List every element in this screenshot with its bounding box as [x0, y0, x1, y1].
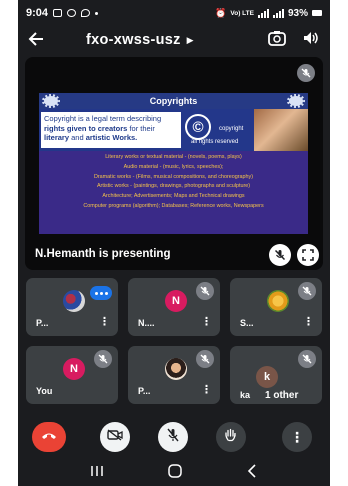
more-vert-icon: ⋮	[290, 428, 304, 445]
mic-off-icon	[196, 282, 214, 300]
call-header: fxo-xwss-usz ▶	[18, 28, 330, 52]
mic-off-icon	[196, 350, 214, 368]
others-count: 1 other	[265, 390, 299, 401]
mic-off-icon	[94, 350, 112, 368]
slide-list-item: Audio material - (music, lyrics, speeche…	[123, 163, 224, 170]
call-controls: ⋮	[18, 418, 330, 454]
slide-list-item: Dramatic works - (Films, musical composi…	[93, 173, 254, 180]
participant-tile-self[interactable]: N You	[26, 346, 118, 404]
alarm-icon: ⏰	[215, 7, 227, 18]
network-type: Vo) LTE	[230, 9, 254, 17]
participant-tile-others[interactable]: k ka 1 other	[230, 346, 322, 404]
participant-name: P...	[36, 318, 49, 328]
definition-bold-1: rights given to creators	[44, 123, 128, 133]
recent-apps-button[interactable]	[90, 464, 104, 482]
meeting-code[interactable]: fxo-xwss-usz	[86, 32, 181, 48]
avatar	[63, 290, 85, 312]
mic-off-icon	[167, 428, 179, 447]
participant-name: P...	[138, 386, 151, 396]
status-bar: 9:04 ⏰ Vo) LTE 93%	[18, 0, 330, 26]
slide-photo	[254, 109, 308, 151]
phone-end-icon	[41, 428, 57, 446]
whatsapp-notification-icon	[67, 9, 77, 17]
caret-right-icon[interactable]: ▶	[187, 35, 194, 46]
participant-name: ka	[240, 390, 251, 400]
mic-off-icon[interactable]	[269, 244, 291, 266]
more-vert-icon[interactable]: ⋮	[99, 317, 110, 328]
presenter-label: N.Hemanth is presenting	[35, 248, 171, 260]
mic-off-icon	[298, 350, 316, 368]
raise-hand-button[interactable]	[216, 422, 246, 452]
slide-list-item: Computer programs (algorithm); Databases…	[83, 202, 264, 209]
presentation-tile[interactable]: Copyrights Copyright is a legal term des…	[25, 57, 323, 270]
more-vert-icon[interactable]: ⋮	[201, 317, 212, 328]
participant-tile[interactable]: P... ⋮	[128, 346, 220, 404]
system-nav-bar	[18, 460, 330, 486]
more-vert-icon[interactable]: ⋮	[201, 385, 212, 396]
camera-toggle-button[interactable]	[100, 422, 130, 452]
definition-text: Copyright is a legal term describing	[44, 114, 162, 123]
mic-toggle-button[interactable]	[158, 422, 188, 452]
copyright-label: copyright	[219, 126, 244, 132]
participant-name: S...	[240, 318, 254, 328]
definition-mid: for their	[127, 123, 155, 133]
participant-tile[interactable]: S... ⋮	[230, 278, 322, 336]
definition-and: and	[69, 133, 86, 142]
avatar: N	[165, 290, 187, 312]
participant-tile[interactable]: P... ⋮	[26, 278, 118, 336]
slide-list-item: Architecture; Advertisements; Maps and T…	[102, 193, 245, 200]
more-vert-icon[interactable]: ⋮	[303, 317, 314, 328]
camera-off-icon	[107, 428, 123, 446]
copyright-symbol-icon: ©	[185, 114, 211, 140]
battery-percent: 93%	[287, 7, 308, 19]
avatar	[165, 358, 187, 380]
back-button[interactable]	[246, 463, 258, 483]
definition-bold-3: artistic Works.	[85, 133, 138, 142]
signal-icon	[257, 8, 269, 18]
more-notifications-icon	[95, 11, 99, 15]
fullscreen-icon[interactable]	[297, 244, 319, 266]
home-button[interactable]	[167, 463, 183, 483]
shared-slide: Copyrights Copyright is a legal term des…	[39, 93, 308, 234]
mic-off-icon	[298, 282, 316, 300]
slide-definition-band: Copyright is a legal term describing rig…	[39, 109, 308, 151]
battery-icon	[312, 10, 322, 16]
speaking-indicator-icon	[90, 286, 112, 300]
definition-bold-2: literary	[44, 133, 70, 142]
avatar: k	[256, 366, 278, 388]
participant-tile[interactable]: N N.... ⋮	[128, 278, 220, 336]
hand-icon	[224, 428, 238, 447]
institution-logo-right-icon	[287, 94, 305, 108]
chat-notification-icon	[81, 9, 91, 17]
slide-title: Copyrights	[149, 96, 198, 106]
slide-definition: Copyright is a legal term describing rig…	[41, 112, 181, 148]
rights-label: all rights reserved	[191, 139, 239, 145]
speaker-icon[interactable]	[302, 30, 320, 51]
avatar	[267, 290, 289, 312]
more-options-button[interactable]: ⋮	[282, 422, 312, 452]
status-time: 9:04	[26, 7, 49, 19]
arrow-left-icon[interactable]	[28, 30, 52, 51]
institution-logo-icon	[42, 94, 60, 108]
participant-name: You	[36, 386, 53, 396]
slide-list: Literary works or textual material - (no…	[39, 151, 308, 234]
signal-2-icon	[272, 8, 284, 18]
slide-list-item: Literary works or textual material - (no…	[105, 154, 242, 160]
avatar: N	[63, 358, 85, 380]
meet-screen: 9:04 ⏰ Vo) LTE 93% fxo-xwss-usz ▶ Copyri…	[18, 0, 330, 486]
participant-name: N....	[138, 318, 155, 328]
slide-list-item: Artistic works - (paintings, drawings, p…	[96, 183, 251, 190]
end-call-button[interactable]	[32, 422, 66, 452]
slide-title-band: Copyrights	[39, 93, 308, 109]
mic-off-icon	[297, 64, 315, 82]
camera-flip-icon[interactable]	[268, 30, 286, 51]
gallery-notification-icon	[53, 9, 63, 17]
